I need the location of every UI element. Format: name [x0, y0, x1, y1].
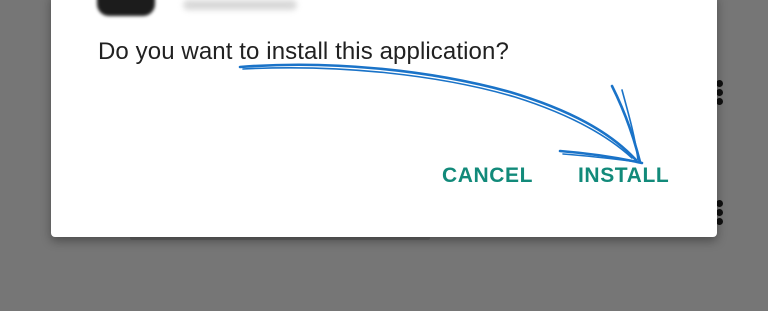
- install-button[interactable]: INSTALL: [578, 164, 669, 188]
- install-dialog: Do you want to install this application?…: [51, 0, 717, 237]
- app-icon: [97, 0, 155, 16]
- install-question: Do you want to install this application?: [98, 38, 509, 65]
- cancel-button[interactable]: CANCEL: [442, 164, 533, 188]
- app-name-redacted: [183, 0, 297, 10]
